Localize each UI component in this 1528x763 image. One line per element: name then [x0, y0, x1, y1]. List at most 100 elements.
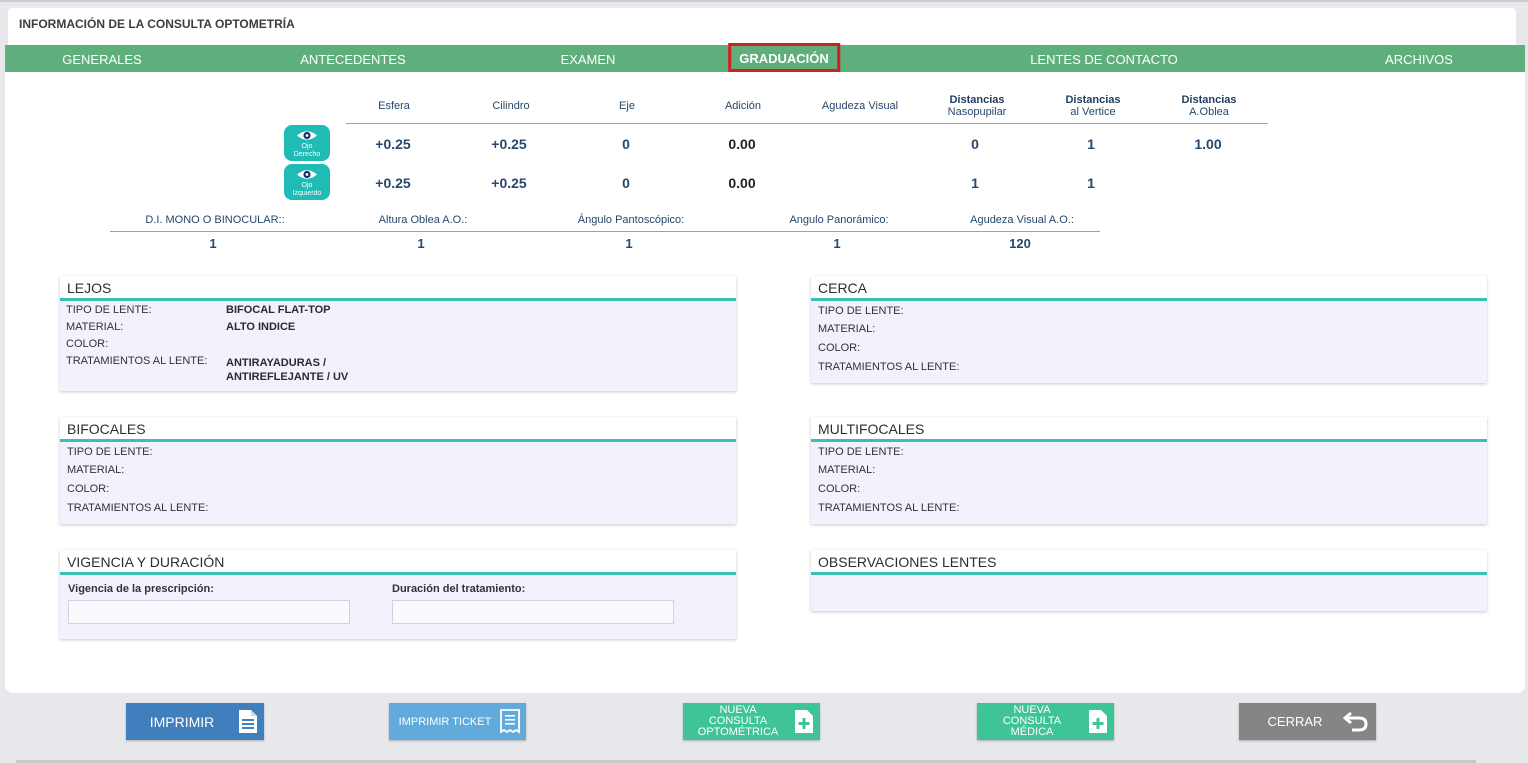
- material-label: MATERIAL:: [66, 321, 124, 333]
- lejos-title: LEJOS: [67, 280, 112, 296]
- eye-label: Ojo Izquierdo: [284, 182, 330, 198]
- color-label: COLOR:: [818, 342, 861, 354]
- duracion-field[interactable]: [392, 600, 674, 624]
- add-document-icon: [795, 710, 813, 733]
- col-distancia-oblea: Distancias A.Oblea: [1181, 94, 1236, 118]
- tab-lentes-de-contacto[interactable]: LENTES DE CONTACTO: [1030, 52, 1178, 67]
- tipo-lente-label: TIPO DE LENTE:: [67, 446, 153, 458]
- consulta-header: INFORMACIÓN DE LA CONSULTA OPTOMETRÍA: [8, 8, 1516, 45]
- duracion-label: Duración del tratamiento:: [392, 583, 526, 595]
- left-vertice: 1: [1087, 175, 1095, 191]
- return-arrow-icon: [1343, 711, 1368, 732]
- bifocales-title: BIFOCALES: [67, 421, 146, 437]
- observaciones-title: OBSERVACIONES LENTES: [818, 554, 997, 570]
- cerca-title: CERCA: [818, 280, 868, 296]
- nueva-consulta-optometrica-button[interactable]: NUEVA CONSULTA OPTOMÉTRICA: [683, 703, 820, 740]
- imprimir-button[interactable]: IMPRIMIR: [126, 703, 264, 740]
- card-header: CERCA: [811, 276, 1487, 301]
- agudeza-visual-ao-value: 120: [1009, 236, 1031, 251]
- card-header: VIGENCIA Y DURACIÓN: [60, 550, 736, 575]
- col-distancia-nasopupilar: Distancias Nasopupilar: [948, 94, 1007, 118]
- col-agudeza-visual: Agudeza Visual: [821, 100, 899, 112]
- table-divider: [346, 123, 1268, 124]
- bifocales-card: BIFOCALES TIPO DE LENTE: MATERIAL: COLOR…: [60, 417, 736, 524]
- tratamientos-value-line1: ANTIRAYADURAS /: [226, 357, 327, 369]
- card-header: BIFOCALES: [60, 417, 736, 442]
- col-header-bold: Distancias: [1181, 94, 1237, 106]
- col-header-sub: A.Oblea: [1189, 106, 1229, 118]
- di-mono-binocular-label: D.I. MONO O BINOCULAR::: [145, 214, 285, 226]
- tab-antecedentes[interactable]: ANTECEDENTES: [300, 52, 405, 67]
- angulo-pantoscopico-label: Ángulo Pantoscópico:: [577, 214, 685, 226]
- cerca-card: CERCA TIPO DE LENTE: MATERIAL: COLOR: TR…: [811, 276, 1487, 383]
- eye-label-line2: Derecho: [293, 151, 321, 158]
- nueva-consulta-optometrica-label: NUEVA CONSULTA OPTOMÉTRICA: [683, 703, 793, 740]
- imprimir-ticket-label: IMPRIMIR TICKET: [398, 715, 492, 728]
- page-title: INFORMACIÓN DE LA CONSULTA OPTOMETRÍA: [19, 17, 295, 31]
- measurements-divider: [110, 231, 1100, 232]
- color-label: COLOR:: [67, 483, 110, 495]
- nueva-consulta-medica-label: NUEVA CONSULTA MÉDICA: [977, 703, 1087, 740]
- tab-graduacion[interactable]: GRADUACIÓN: [728, 43, 840, 72]
- right-oblea: 1.00: [1194, 136, 1222, 152]
- nueva-consulta-medica-button[interactable]: NUEVA CONSULTA MÉDICA: [977, 703, 1114, 740]
- right-nasopupilar: 0: [971, 136, 979, 152]
- document-icon: [239, 710, 257, 733]
- agudeza-visual-ao-label: Agudeza Visual A.O.:: [970, 214, 1074, 226]
- tratamientos-label: TRATAMIENTOS AL LENTE:: [818, 361, 960, 373]
- top-border: [0, 0, 1528, 2]
- col-eje: Eje: [619, 100, 635, 112]
- col-distancia-vertice: Distancias al Vertice: [1065, 94, 1120, 118]
- color-label: COLOR:: [818, 483, 861, 495]
- tratamientos-label: TRATAMIENTOS AL LENTE:: [67, 502, 209, 514]
- right-esfera: +0.25: [375, 136, 411, 152]
- material-value: ALTO INDICE: [226, 321, 296, 333]
- vigencia-title: VIGENCIA Y DURACIÓN: [67, 554, 225, 570]
- eye-label-line1: Ojo: [301, 182, 313, 189]
- card-header: OBSERVACIONES LENTES: [811, 550, 1487, 575]
- col-cilindro: Cilindro: [492, 100, 530, 112]
- right-cilindro: +0.25: [491, 136, 527, 152]
- tab-examen[interactable]: EXAMEN: [561, 52, 616, 67]
- tipo-lente-label: TIPO DE LENTE:: [66, 304, 152, 316]
- lejos-card: LEJOS TIPO DE LENTE: BIFOCAL FLAT-TOP MA…: [60, 276, 736, 391]
- imprimir-ticket-button[interactable]: IMPRIMIR TICKET: [389, 703, 526, 740]
- receipt-icon: [500, 709, 520, 734]
- altura-oblea-value: 1: [417, 236, 425, 251]
- left-nasopupilar: 1: [971, 175, 979, 191]
- angulo-panoramico-label: Angulo Panorámico:: [789, 214, 889, 226]
- multifocales-title: MULTIFOCALES: [818, 421, 925, 437]
- col-header-sub: al Vertice: [1070, 106, 1116, 118]
- observaciones-card: OBSERVACIONES LENTES: [811, 550, 1487, 611]
- label-line: MÉDICA: [1010, 726, 1054, 738]
- tipo-lente-value: BIFOCAL FLAT-TOP: [226, 304, 331, 316]
- material-label: MATERIAL:: [818, 464, 876, 476]
- tab-generales[interactable]: GENERALES: [62, 52, 141, 67]
- right-vertice: 1: [1087, 136, 1095, 152]
- left-esfera: +0.25: [375, 175, 411, 191]
- col-header-sub: Nasopupilar: [947, 106, 1007, 118]
- left-cilindro: +0.25: [491, 175, 527, 191]
- material-label: MATERIAL:: [67, 464, 125, 476]
- vigencia-label: Vigencia de la prescripción:: [68, 583, 214, 595]
- color-label: COLOR:: [66, 338, 109, 350]
- cerrar-button[interactable]: CERRAR: [1239, 703, 1376, 740]
- tipo-lente-label: TIPO DE LENTE:: [818, 305, 904, 317]
- angulo-pantoscopico-value: 1: [625, 236, 633, 251]
- left-eye-button[interactable]: Ojo Izquierdo: [284, 164, 330, 200]
- vigencia-field[interactable]: [68, 600, 350, 624]
- vigencia-card: VIGENCIA Y DURACIÓN Vigencia de la presc…: [60, 550, 736, 639]
- col-header-bold: Distancias: [1065, 94, 1121, 106]
- col-adicion: Adición: [724, 100, 762, 112]
- angulo-panoramico-value: 1: [833, 236, 841, 251]
- right-eye-button[interactable]: Ojo Derecho: [284, 125, 330, 161]
- di-mono-binocular-value: 1: [209, 236, 217, 251]
- tab-bar: GENERALES ANTECEDENTES EXAMEN GRADUACIÓN…: [5, 43, 1525, 72]
- altura-oblea-label: Altura Oblea A.O.:: [378, 214, 468, 226]
- tratamientos-label: TRATAMIENTOS AL LENTE:: [818, 502, 960, 514]
- tratamientos-value-line2: ANTIREFLEJANTE / UV: [226, 371, 349, 383]
- eye-icon: [297, 131, 317, 140]
- col-header-bold: Distancias: [949, 94, 1005, 106]
- tab-archivos[interactable]: ARCHIVOS: [1385, 52, 1453, 67]
- cerrar-label: CERRAR: [1267, 714, 1323, 729]
